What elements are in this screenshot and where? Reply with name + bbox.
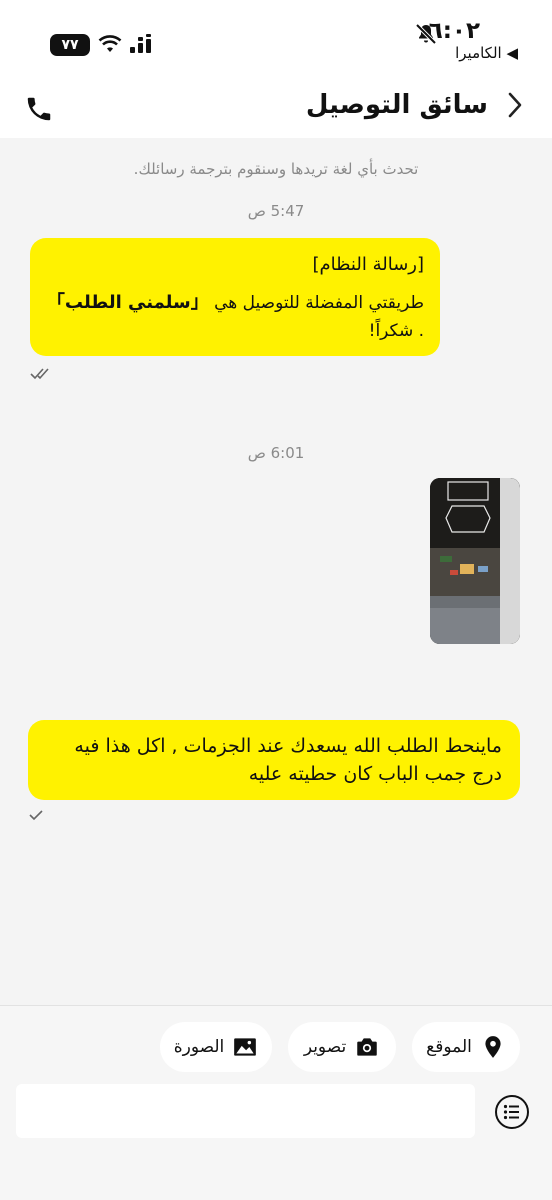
photo-button-label: الصورة bbox=[173, 1037, 225, 1057]
system-message-highlight: 「سلمني الطلب」 bbox=[46, 292, 209, 313]
camera-button-label: تصوير bbox=[303, 1037, 347, 1057]
back-to-camera-link[interactable]: ◀ الكاميرا bbox=[455, 44, 518, 62]
photo-thumbnail bbox=[430, 478, 520, 644]
timestamp-label: 6:01 ص bbox=[247, 444, 305, 462]
location-button-label: الموقع bbox=[426, 1037, 472, 1057]
timestamp-label: 5:47 ص bbox=[247, 202, 305, 220]
chevron-back-icon[interactable] bbox=[504, 90, 526, 120]
status-bar: ٦:٠٢ ◀ الكاميرا ٧٧ bbox=[0, 0, 552, 70]
phone-icon[interactable] bbox=[24, 94, 54, 124]
location-pin-icon bbox=[485, 1036, 501, 1058]
system-message-text: طريقتي المفضلة للتوصيل هي bbox=[214, 293, 424, 313]
image-icon bbox=[234, 1038, 257, 1056]
user-message-bubble: ماينحط الطلب الله يسعدك عند الجزمات , اك… bbox=[28, 720, 520, 800]
photo-button[interactable]: الصورة bbox=[160, 1022, 272, 1072]
bell-muted-icon bbox=[415, 23, 437, 45]
page-title: سائق التوصيل bbox=[305, 90, 488, 120]
list-menu-icon[interactable] bbox=[494, 1094, 530, 1130]
system-message-suffix: . شكراً! bbox=[368, 321, 424, 341]
read-double-check-icon bbox=[30, 368, 49, 380]
system-message-bubble: [رسالة النظام] طريقتي المفضلة للتوصيل هي… bbox=[30, 238, 440, 356]
chat-header: سائق التوصيل bbox=[0, 70, 552, 138]
system-message-body: طريقتي المفضلة للتوصيل هي 「سلمني الطلب」 … bbox=[46, 289, 424, 345]
translation-hint: تحدث بأي لغة تريدها وسنقوم بترجمة رسائلك… bbox=[133, 160, 419, 178]
signal-icon bbox=[130, 34, 151, 53]
camera-button[interactable]: تصوير bbox=[288, 1022, 396, 1072]
camera-icon bbox=[357, 1038, 377, 1056]
sent-check-icon bbox=[29, 810, 43, 821]
photo-message[interactable] bbox=[430, 478, 520, 644]
composer-area: الموقع تصوير الصورة bbox=[0, 1005, 552, 1200]
location-button[interactable]: الموقع bbox=[412, 1022, 520, 1072]
system-message-title: [رسالة النظام] bbox=[312, 254, 424, 275]
message-input[interactable] bbox=[16, 1084, 475, 1138]
wifi-icon bbox=[98, 35, 122, 52]
battery-icon: ٧٧ bbox=[50, 34, 90, 56]
